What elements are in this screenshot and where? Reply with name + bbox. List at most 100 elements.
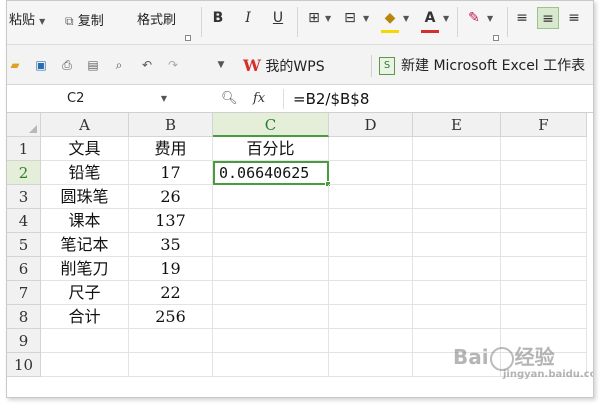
column-header-f[interactable]: F [501,113,587,137]
cell-f3[interactable] [501,185,587,209]
cell-f8[interactable] [501,305,587,329]
cell-a7[interactable]: 尺子 [41,281,129,305]
row-header-5[interactable]: 5 [7,233,41,257]
cell-a3[interactable]: 圆珠笔 [41,185,129,209]
column-header-e[interactable]: E [413,113,501,137]
clear-format-icon[interactable]: ✎ [463,7,485,29]
cell-f6[interactable] [501,257,587,281]
cell-b7[interactable]: 22 [129,281,213,305]
merge-cells-icon[interactable]: ⊟ [339,7,361,29]
align-center-icon[interactable]: ≡ [537,7,559,29]
cell-e6[interactable] [413,257,501,281]
cell-e7[interactable] [413,281,501,305]
insert-function-icon[interactable]: fx [253,89,265,109]
name-box-dropdown-icon[interactable]: ▼ [161,89,167,109]
cell-c8[interactable] [213,305,329,329]
cell-d4[interactable] [329,209,413,233]
cell-f2[interactable] [501,161,587,185]
cell-c6[interactable] [213,257,329,281]
print-preview-icon[interactable]: ⌕ [111,57,127,73]
cell-a6[interactable]: 削笔刀 [41,257,129,281]
cell-d3[interactable] [329,185,413,209]
italic-button[interactable]: I [237,7,259,29]
cell-c7[interactable] [213,281,329,305]
cell-a10[interactable] [41,353,129,377]
copy-button[interactable]: ⧉ 复制 [65,11,104,31]
clipboard-launcher-icon[interactable] [185,35,191,41]
font-launcher-icon[interactable] [493,35,499,41]
cell-c10[interactable] [213,353,329,377]
row-header-3[interactable]: 3 [7,185,41,209]
cell-a1[interactable]: 文具 [41,137,129,161]
border-icon[interactable]: ⊞ [303,7,325,29]
cell-c2[interactable]: 0.06640625 [213,161,329,185]
cell-b2[interactable]: 17 [129,161,213,185]
column-header-c[interactable]: C [213,113,329,137]
column-header-b[interactable]: B [129,113,213,137]
cell-c9[interactable] [213,329,329,353]
tab-excel-workbook[interactable]: S 新建 Microsoft Excel 工作表 [379,51,585,81]
formula-input[interactable]: =B2/$B$8 [293,89,369,109]
column-header-a[interactable]: A [41,113,129,137]
row-header-10[interactable]: 10 [7,353,41,377]
paste-button[interactable]: 粘贴 ▼ [9,11,45,31]
cell-f5[interactable] [501,233,587,257]
cell-b5[interactable]: 35 [129,233,213,257]
row-header-9[interactable]: 9 [7,329,41,353]
cell-a2[interactable]: 铅笔 [41,161,129,185]
cell-b1[interactable]: 费用 [129,137,213,161]
cell-b9[interactable] [129,329,213,353]
zoom-icon[interactable]: 🔍︎ [221,89,238,109]
font-color-icon[interactable]: A [419,7,441,29]
border-dropdown-icon[interactable]: ▼ [325,14,331,23]
fill-color-dropdown-icon[interactable]: ▼ [403,14,409,23]
cell-b4[interactable]: 137 [129,209,213,233]
bold-button[interactable]: B [207,7,229,29]
print-icon[interactable]: ▤ [85,57,101,73]
cell-d7[interactable] [329,281,413,305]
format-painter-button[interactable]: 格式刷 [137,11,176,31]
cell-e5[interactable] [413,233,501,257]
cell-f7[interactable] [501,281,587,305]
row-header-7[interactable]: 7 [7,281,41,305]
cell-a9[interactable] [41,329,129,353]
undo-icon[interactable]: ↶ [139,57,155,73]
open-folder-icon[interactable]: ▰ [7,57,23,73]
cell-e2[interactable] [413,161,501,185]
cell-e1[interactable] [413,137,501,161]
cell-d2[interactable] [329,161,413,185]
export-pdf-icon[interactable]: ⎙ [59,57,75,73]
fill-color-icon[interactable]: ◆ [379,7,401,29]
clear-format-dropdown-icon[interactable]: ▼ [487,14,493,23]
cell-b3[interactable]: 26 [129,185,213,209]
cell-c1[interactable]: 百分比 [213,137,329,161]
tab-my-wps[interactable]: W 我的WPS [243,51,325,81]
cell-e8[interactable] [413,305,501,329]
cell-e4[interactable] [413,209,501,233]
cell-c5[interactable] [213,233,329,257]
align-left-icon[interactable]: ≡ [511,7,533,29]
cell-c3[interactable] [213,185,329,209]
cell-b8[interactable]: 256 [129,305,213,329]
cell-b6[interactable]: 19 [129,257,213,281]
column-header-d[interactable]: D [329,113,413,137]
cell-a5[interactable]: 笔记本 [41,233,129,257]
cell-d8[interactable] [329,305,413,329]
cell-e3[interactable] [413,185,501,209]
customize-toolbar-icon[interactable]: ▼ [213,57,229,73]
cell-c4[interactable] [213,209,329,233]
cell-f4[interactable] [501,209,587,233]
row-header-6[interactable]: 6 [7,257,41,281]
cell-d5[interactable] [329,233,413,257]
row-header-1[interactable]: 1 [7,137,41,161]
font-color-dropdown-icon[interactable]: ▼ [443,14,449,23]
name-box[interactable]: C2 ▼ [43,89,167,109]
cell-d10[interactable] [329,353,413,377]
cell-a8[interactable]: 合计 [41,305,129,329]
merge-dropdown-icon[interactable]: ▼ [363,14,369,23]
cell-d1[interactable] [329,137,413,161]
underline-button[interactable]: U [267,7,289,29]
row-header-8[interactable]: 8 [7,305,41,329]
align-right-icon[interactable]: ≡ [563,7,585,29]
cell-b10[interactable] [129,353,213,377]
